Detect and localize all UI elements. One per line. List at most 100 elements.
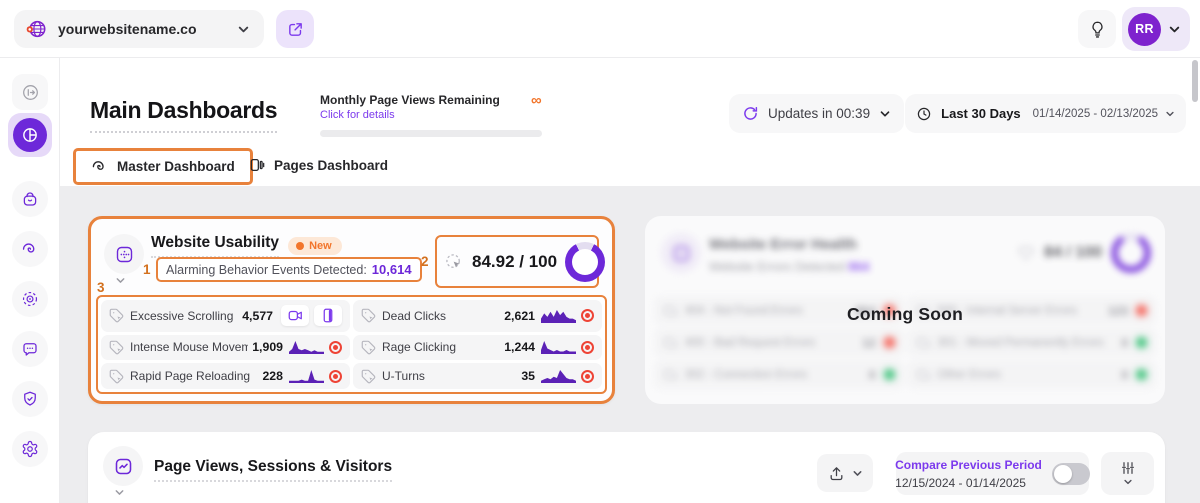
avatar: RR	[1128, 13, 1161, 46]
badge-dot-icon	[296, 242, 304, 250]
tab-master-label: Master Dashboard	[117, 159, 235, 174]
record-icon[interactable]	[329, 370, 342, 383]
sidebar-item-settings[interactable]	[12, 431, 48, 467]
app-screen: yourwebsitename.co RR	[0, 0, 1200, 503]
error-row: 301 - Moved Permanently Errors 0	[907, 328, 1157, 357]
chevron-down-icon[interactable]	[115, 275, 126, 286]
metric-row-rage-clicking[interactable]: Rage Clicking 1,244	[353, 335, 602, 361]
metric-row-u-turns[interactable]: U-Turns 35	[353, 363, 602, 389]
tag-icon	[109, 369, 124, 384]
compare-previous-period: Compare Previous Period 12/15/2024 - 01/…	[896, 452, 1089, 495]
error-health-score-box: 84 / 100	[1017, 233, 1151, 273]
metric-row-dead-clicks[interactable]: Dead Clicks 2,621	[353, 300, 602, 332]
line-chart-icon	[113, 456, 134, 477]
open-site-button[interactable]	[276, 10, 314, 48]
play-recording-button[interactable]	[281, 305, 309, 326]
sparkline	[541, 369, 576, 383]
error-health-subtitle: Website Errors Detected 864	[709, 260, 869, 274]
site-selector[interactable]: yourwebsitename.co	[14, 10, 264, 48]
lightbulb-icon	[1088, 20, 1107, 39]
donut-hole	[572, 249, 598, 275]
error-row: 400 - Bad Request Errors 12	[654, 328, 904, 357]
chevron-down-icon[interactable]	[114, 487, 125, 498]
annotation-1: 1	[143, 262, 151, 277]
tag-icon	[361, 369, 376, 384]
tag-icon	[109, 340, 124, 355]
sidebar-item-dashboards[interactable]	[8, 113, 52, 157]
cloud-icon	[916, 335, 931, 350]
quota-title: Monthly Page Views Remaining	[320, 93, 542, 107]
sidebar-item-recordings[interactable]	[12, 281, 48, 317]
alarming-events-box: Alarming Behavior Events Detected: 10,61…	[156, 257, 422, 282]
status-dot	[884, 337, 895, 348]
status-dot	[884, 369, 895, 380]
errors-detected-value: 864	[848, 260, 869, 274]
status-dot	[1136, 337, 1147, 348]
mobile-device-icon	[322, 308, 334, 323]
compare-label: Compare Previous Period	[895, 458, 1042, 472]
grid-widget-icon	[671, 243, 692, 264]
error-row: Other Errors 0	[907, 360, 1157, 389]
sidebar-item-security[interactable]	[12, 381, 48, 417]
clock-icon	[916, 106, 932, 122]
sparkline	[289, 340, 324, 354]
site-name: yourwebsitename.co	[58, 21, 237, 37]
account-menu[interactable]: RR	[1122, 7, 1190, 51]
annotation-2: 2	[421, 254, 429, 269]
coming-soon-label: Coming Soon	[847, 304, 963, 325]
record-icon[interactable]	[581, 370, 594, 383]
annotation-3: 3	[97, 280, 105, 295]
grid-widget-icon	[114, 244, 135, 265]
sidebar-item-feedback[interactable]	[12, 331, 48, 367]
date-range-picker[interactable]: Last 30 Days 01/14/2025 - 02/13/2025	[905, 94, 1186, 133]
metric-row-rapid-page-reloading[interactable]: Rapid Page Reloading 228	[101, 363, 350, 389]
device-view-button[interactable]	[314, 305, 342, 326]
new-badge: New	[288, 237, 342, 255]
error-health-score: 84 / 100	[1044, 244, 1102, 262]
tag-icon	[361, 340, 376, 355]
metric-row-intense-mouse-movements[interactable]: Intense Mouse Movements 1,909	[101, 335, 350, 361]
compare-toggle[interactable]	[1052, 463, 1090, 485]
record-icon[interactable]	[581, 309, 594, 322]
tab-master-dashboard[interactable]: Master Dashboard	[73, 148, 253, 185]
ideas-button[interactable]	[1078, 10, 1116, 48]
error-card-icon	[661, 233, 701, 273]
scrollbar-thumb[interactable]	[1192, 60, 1198, 102]
chevron-down-icon	[879, 108, 891, 120]
spiral-icon	[91, 158, 108, 175]
quota-progress-bar	[320, 130, 542, 137]
range-label: Last 30 Days	[941, 106, 1021, 121]
upload-icon	[828, 465, 845, 482]
tag-icon	[109, 308, 124, 323]
record-icon[interactable]	[329, 341, 342, 354]
status-dot	[1136, 369, 1147, 380]
sidebar-item-heatmaps[interactable]	[12, 231, 48, 267]
filters-button[interactable]	[1101, 452, 1154, 495]
camcorder-icon	[288, 309, 303, 322]
chevron-down-icon	[852, 468, 863, 479]
page-views-card-icon[interactable]	[103, 446, 143, 486]
export-button[interactable]	[817, 454, 873, 492]
range-dates: 01/14/2025 - 02/13/2025	[1033, 108, 1158, 120]
cloud-icon	[663, 303, 678, 318]
cloud-icon	[916, 367, 931, 382]
quota-details-link[interactable]: Click for details	[320, 109, 542, 121]
globe-favicon-icon	[25, 18, 47, 40]
record-icon[interactable]	[581, 341, 594, 354]
topbar: yourwebsitename.co RR	[0, 0, 1200, 58]
compare-range: 12/15/2024 - 01/14/2025	[895, 476, 1026, 490]
external-link-icon	[287, 21, 304, 38]
metric-row-excessive-scrolling[interactable]: Excessive Scrolling 4,577	[101, 300, 350, 332]
chevron-down-icon	[1123, 477, 1133, 487]
pages-icon	[249, 157, 265, 173]
shield-check-icon	[21, 390, 39, 408]
tab-pages-dashboard[interactable]: Pages Dashboard	[249, 157, 388, 173]
usability-card-icon[interactable]	[104, 234, 144, 274]
tab-pages-label: Pages Dashboard	[274, 158, 388, 173]
updates-dropdown[interactable]: Updates in 00:39	[729, 94, 904, 133]
collapse-arrow-icon	[21, 83, 40, 102]
spiral-icon	[21, 240, 39, 258]
sidebar-collapse[interactable]	[12, 74, 48, 110]
sidebar-item-store[interactable]	[12, 181, 48, 217]
sidebar	[0, 58, 60, 503]
